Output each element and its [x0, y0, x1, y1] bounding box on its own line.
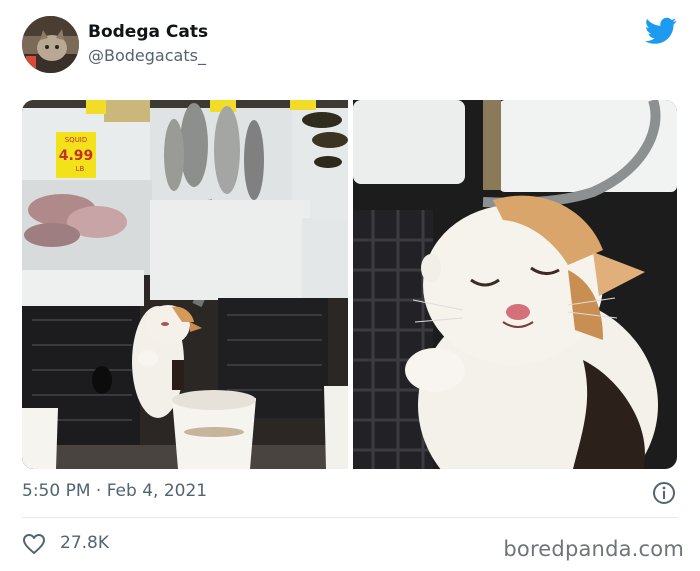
display-name[interactable]: Bodega Cats [88, 22, 208, 42]
photo-cat-closeup[interactable] [353, 100, 677, 469]
price-sign-label: SQUID [65, 136, 88, 144]
footer-divider [22, 517, 678, 518]
like-count[interactable]: 27.8K [60, 533, 109, 553]
tweet-timestamp[interactable]: 5:50 PM · Feb 4, 2021 [22, 481, 207, 501]
avatar[interactable] [22, 16, 79, 73]
twitter-bird-icon[interactable] [645, 17, 677, 45]
user-handle[interactable]: @Bodegacats_ [88, 46, 206, 65]
photo-fish-market[interactable]: SQUID 4.99 LB [22, 100, 348, 469]
source-watermark: boredpanda.com [503, 537, 684, 561]
price-sign-unit: LB [76, 165, 85, 173]
fish-market-illustration: SQUID 4.99 LB [22, 100, 348, 469]
avatar-image [22, 16, 79, 73]
info-icon[interactable] [652, 481, 676, 505]
heart-icon[interactable] [22, 532, 46, 556]
price-sign-price: 4.99 [59, 148, 94, 164]
tweet-media: SQUID 4.99 LB [22, 100, 677, 469]
cat-closeup-illustration [353, 100, 677, 469]
